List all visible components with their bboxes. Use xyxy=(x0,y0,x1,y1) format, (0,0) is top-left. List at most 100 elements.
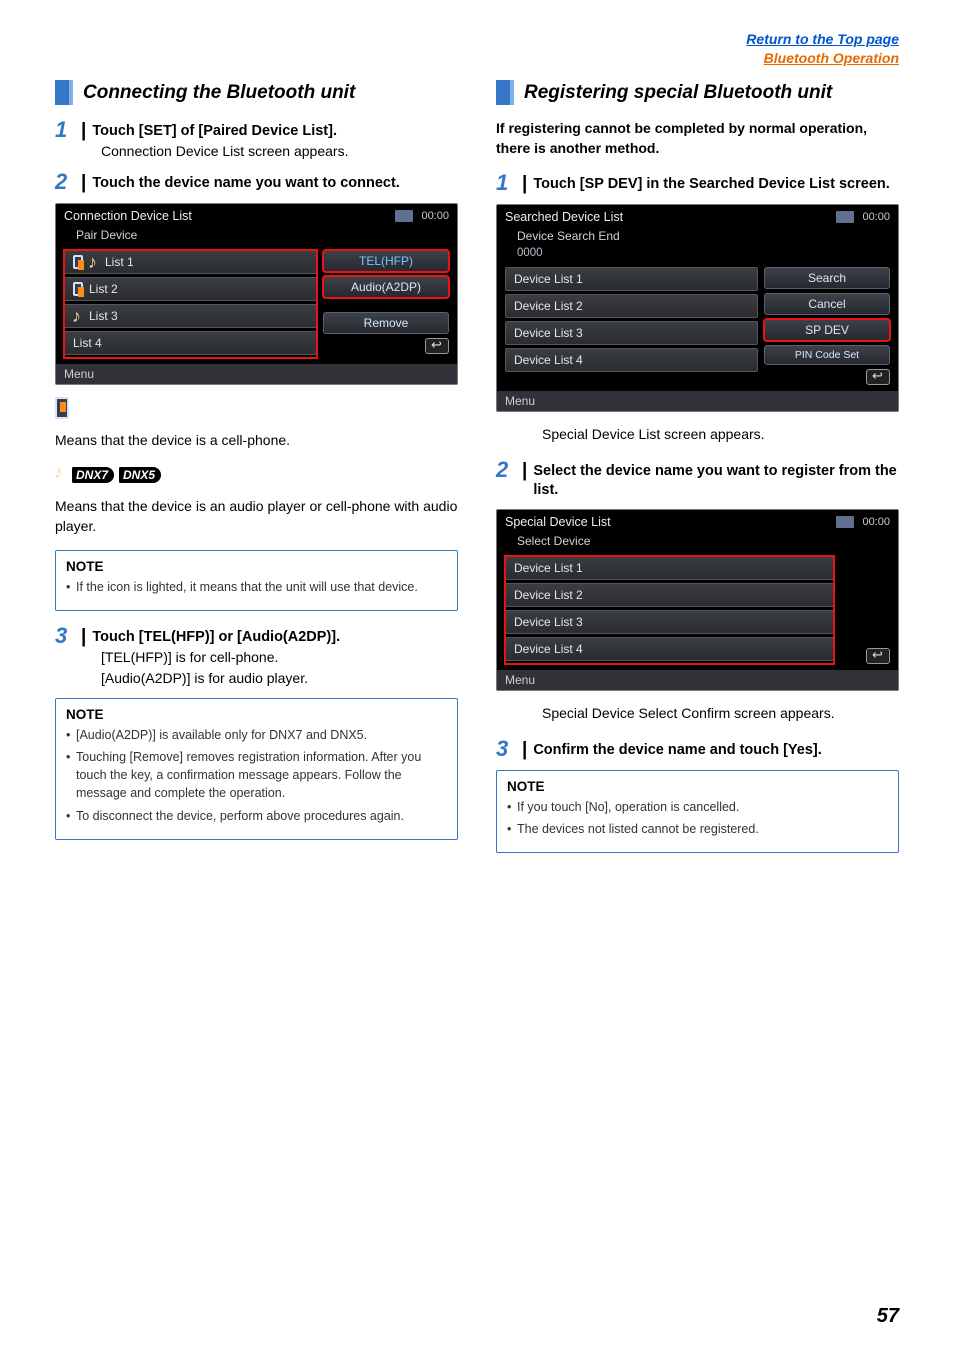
menu-button[interactable]: Menu xyxy=(497,670,898,690)
step-number: 1 xyxy=(55,119,75,141)
phone-icon-row xyxy=(55,397,458,424)
left-step-1: 1 | Touch [SET] of [Paired Device List].… xyxy=(55,119,458,161)
step-body-line1: [TEL(HFP)] is for cell-phone. xyxy=(101,647,458,667)
step-number: 2 xyxy=(55,171,75,193)
result-text: Special Device Select Confirm screen app… xyxy=(542,703,899,723)
step-title: Confirm the device name and touch [Yes]. xyxy=(533,738,821,760)
page-number: 57 xyxy=(877,1305,899,1328)
back-icon[interactable] xyxy=(866,369,890,385)
ss-title: Special Device List xyxy=(505,515,611,529)
audio-a2dp-button[interactable]: Audio(A2DP) xyxy=(323,276,449,298)
note-box-right: NOTE If you touch [No], operation is can… xyxy=(496,770,899,853)
step-number: 3 xyxy=(496,738,516,760)
ss-device-list: List 1 List 2 List 3 List 4 xyxy=(64,250,317,358)
step-title: Touch [SET] of [Paired Device List]. xyxy=(92,119,337,141)
ss-subtitle: Pair Device xyxy=(56,228,457,246)
step-pipe-icon: | xyxy=(81,171,86,193)
clock-label: 00:00 xyxy=(421,210,449,222)
signal-icon xyxy=(836,211,854,223)
list-item[interactable]: Device List 2 xyxy=(505,294,758,318)
music-note-icon xyxy=(73,309,83,323)
note-item: If you touch [No], operation is cancelle… xyxy=(507,798,888,816)
phone-icon xyxy=(73,282,83,296)
list-item[interactable]: List 4 xyxy=(64,331,317,355)
list-item-label: List 4 xyxy=(73,336,102,350)
back-icon[interactable] xyxy=(425,338,449,354)
note-item-text: [Audio(A2DP)] is available only for DNX7… xyxy=(76,728,367,742)
heading-bar-icon xyxy=(55,80,73,105)
step-pipe-icon: | xyxy=(81,119,86,141)
list-item[interactable]: Device List 3 xyxy=(505,321,758,345)
list-item[interactable]: List 2 xyxy=(64,277,317,301)
ss-subtitle: Select Device xyxy=(497,534,898,552)
right-step-3: 3 | Confirm the device name and touch [Y… xyxy=(496,738,899,760)
ss-button-column: TEL(HFP) Audio(A2DP) Remove xyxy=(323,250,449,358)
list-item-label: Device List 2 xyxy=(514,588,583,602)
sp-dev-button[interactable]: SP DEV xyxy=(764,319,890,341)
list-item[interactable]: Device List 3 xyxy=(505,610,834,634)
step-title: Touch [TEL(HFP)] or [Audio(A2DP)]. xyxy=(92,625,340,647)
ss-title: Connection Device List xyxy=(64,209,192,223)
ss-0000-label: 0000 xyxy=(497,247,898,263)
signal-icon xyxy=(836,516,854,528)
ss-title: Searched Device List xyxy=(505,210,623,224)
search-button[interactable]: Search xyxy=(764,267,890,289)
step-body: Connection Device List screen appears. xyxy=(101,141,458,161)
right-column: Registering special Bluetooth unit If re… xyxy=(496,80,899,867)
tel-hfp-button[interactable]: TEL(HFP) xyxy=(323,250,449,272)
list-item-label: Device List 2 xyxy=(514,299,583,313)
ss-button-column: Search Cancel SP DEV PIN Code Set xyxy=(764,267,890,385)
list-item-label: Device List 3 xyxy=(514,326,583,340)
step-pipe-icon: | xyxy=(522,738,527,760)
step-body-line2: [Audio(A2DP)] is for audio player. xyxy=(101,668,458,688)
list-item[interactable]: Device List 2 xyxy=(505,583,834,607)
list-item[interactable]: Device List 1 xyxy=(505,267,758,291)
screenshot-searched-device-list: Searched Device List 00:00 Device Search… xyxy=(496,204,899,412)
screenshot-special-device-list: Special Device List 00:00 Select Device … xyxy=(496,509,899,691)
back-icon[interactable] xyxy=(866,648,890,664)
ss-device-list: Device List 1 Device List 2 Device List … xyxy=(505,556,834,664)
heading-bar-icon xyxy=(496,80,514,105)
pin-code-set-button[interactable]: PIN Code Set xyxy=(764,345,890,365)
heading-text: Registering special Bluetooth unit xyxy=(524,80,832,105)
return-top-link[interactable]: Return to the Top page xyxy=(746,31,899,47)
menu-button[interactable]: Menu xyxy=(497,391,898,411)
remove-button[interactable]: Remove xyxy=(323,312,449,334)
ss-device-list: Device List 1 Device List 2 Device List … xyxy=(505,267,758,385)
step-pipe-icon: | xyxy=(522,172,527,194)
step-title: Touch [SP DEV] in the Searched Device Li… xyxy=(533,172,889,194)
audio-icon-meaning: Means that the device is an audio player… xyxy=(55,496,458,537)
result-text: Special Device List screen appears. xyxy=(542,424,899,444)
clock-label: 00:00 xyxy=(862,211,890,223)
list-item-label: Device List 4 xyxy=(514,642,583,656)
step-pipe-icon: | xyxy=(81,625,86,647)
music-note-icon xyxy=(89,255,99,269)
section-heading-connecting: Connecting the Bluetooth unit xyxy=(55,80,458,105)
section-intro: If registering cannot be completed by no… xyxy=(496,119,899,158)
list-item-label: Device List 1 xyxy=(514,272,583,286)
note-box-1: NOTE If the icon is lighted, it means th… xyxy=(55,550,458,611)
left-step-3: 3 | Touch [TEL(HFP)] or [Audio(A2DP)]. [… xyxy=(55,625,458,688)
menu-button[interactable]: Menu xyxy=(56,364,457,384)
signal-icon xyxy=(395,210,413,222)
step-title: Touch the device name you want to connec… xyxy=(92,171,400,193)
note-title: NOTE xyxy=(66,707,447,722)
note-item: If the icon is lighted, it means that th… xyxy=(66,578,447,596)
list-item-label: List 3 xyxy=(89,309,118,323)
dnx7-badge: DNX7 xyxy=(72,467,114,483)
list-item[interactable]: Device List 1 xyxy=(505,556,834,580)
ss-subtitle: Device Search End xyxy=(497,229,898,247)
phone-icon xyxy=(55,397,69,419)
dnx5-badge: DNX5 xyxy=(119,467,161,483)
list-item[interactable]: Device List 4 xyxy=(505,637,834,661)
top-links: Return to the Top page Bluetooth Operati… xyxy=(55,30,899,68)
list-item[interactable]: List 1 xyxy=(64,250,317,274)
step-number: 2 xyxy=(496,459,516,481)
step-number: 1 xyxy=(496,172,516,194)
list-item[interactable]: List 3 xyxy=(64,304,317,328)
phone-icon-meaning: Means that the device is a cell-phone. xyxy=(55,430,458,450)
cancel-button[interactable]: Cancel xyxy=(764,293,890,315)
list-item[interactable]: Device List 4 xyxy=(505,348,758,372)
bluetooth-section-link[interactable]: Bluetooth Operation xyxy=(764,50,899,66)
note-title: NOTE xyxy=(66,559,447,574)
